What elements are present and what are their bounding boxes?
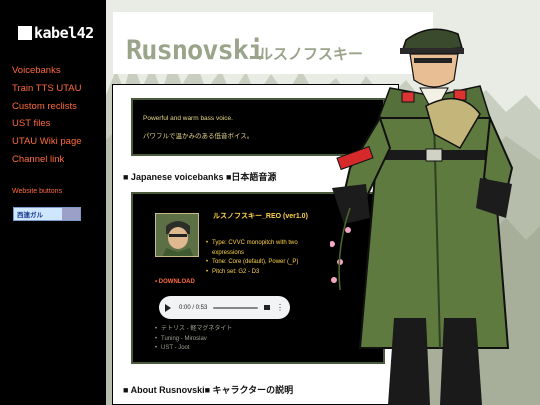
sidebar: kabel42 Voicebanks Train TTS UTAU Custom… — [0, 0, 106, 405]
website-buttons-title: Website buttons — [12, 188, 63, 195]
credits-list: テトリス - 軽マグネタイト Tuning - Miroslav UST - J… — [155, 325, 232, 354]
nav-train-tts-utau[interactable]: Train TTS UTAU — [12, 80, 82, 98]
logo-text: kabel42 — [34, 24, 94, 42]
section-japanese-voicebanks: ■ Japanese voicebanks ■日本語音源 — [123, 172, 277, 182]
more-options-icon[interactable]: ⋮ — [276, 303, 284, 312]
voicebank-avatar — [155, 213, 199, 257]
voicebank-name[interactable]: ルスノフスキー_REO (ver1.0) — [213, 211, 313, 222]
description-english: Powerful and warm bass voice. — [143, 115, 233, 122]
voicebank-tone: Tone: Core (default), Power (_P) — [206, 258, 308, 268]
voicebank-type: Type: CVVC monopitch with two expression… — [206, 239, 308, 258]
download-link[interactable]: DOWNLOAD — [155, 279, 195, 285]
credit-tuning: Tuning - Miroslav — [155, 335, 232, 345]
avatar-portrait-icon — [156, 214, 198, 256]
nav-utau-wiki-page[interactable]: UTAU Wiki page — [12, 133, 82, 151]
credit-ust: UST - Joot — [155, 344, 232, 354]
section-about: ■ About Rusnovski■ キャラクターの説明 — [123, 385, 294, 395]
website-button-label: 西連ガル — [17, 212, 43, 219]
nav-voicebanks[interactable]: Voicebanks — [12, 62, 82, 80]
site-logo[interactable]: kabel42 — [18, 25, 94, 41]
credit-artist: テトリス - 軽マグネタイト — [155, 325, 232, 335]
website-button-art-icon — [62, 208, 80, 220]
logo-square-icon — [18, 26, 32, 40]
sidebar-nav: Voicebanks Train TTS UTAU Custom reclist… — [12, 62, 82, 169]
nav-custom-reclists[interactable]: Custom reclists — [12, 98, 82, 116]
website-button-banner[interactable]: 西連ガル — [13, 207, 81, 221]
audio-player: 0:00 / 0:53 ⋮ — [159, 296, 290, 319]
voicebank-info-list: Type: CVVC monopitch with two expression… — [206, 239, 308, 277]
page-title: Rusnovski — [126, 35, 264, 66]
nav-channel-link[interactable]: Channel link — [12, 151, 82, 169]
description-japanese: パワフルで温かみのある低音ボイス。 — [143, 133, 254, 140]
volume-icon[interactable] — [264, 305, 270, 310]
voicebank-pitch: Pitch set: G2 - D3 — [206, 268, 308, 278]
play-icon[interactable] — [165, 303, 171, 312]
character-illustration — [330, 28, 514, 405]
audio-time: 0:00 / 0:53 — [179, 304, 208, 311]
nav-ust-files[interactable]: UST files — [12, 115, 82, 133]
audio-progress-bar[interactable] — [213, 306, 258, 309]
